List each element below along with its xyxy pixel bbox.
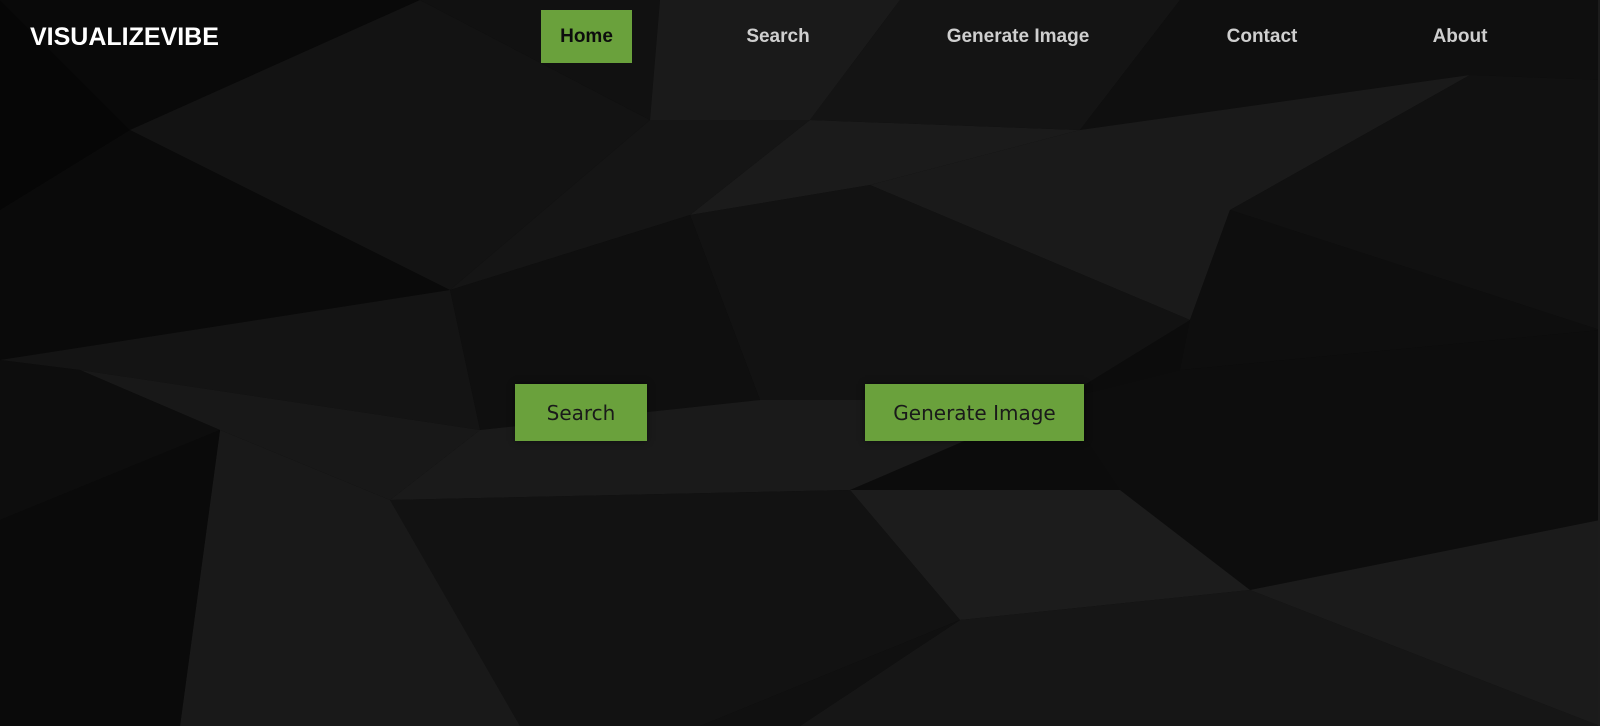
- nav-about[interactable]: About: [1401, 10, 1519, 63]
- nav-search[interactable]: Search: [719, 10, 837, 63]
- brand-logo[interactable]: VISUALIZEVIBE: [30, 22, 219, 52]
- nav-home[interactable]: Home: [541, 10, 632, 63]
- page: VISUALIZEVIBE Home Search Generate Image…: [0, 0, 1600, 726]
- generate-image-button[interactable]: Generate Image: [865, 384, 1084, 441]
- nav-contact[interactable]: Contact: [1203, 10, 1321, 63]
- low-poly-background: [0, 0, 1600, 726]
- top-navbar: VISUALIZEVIBE Home Search Generate Image…: [0, 0, 1600, 72]
- search-button[interactable]: Search: [515, 384, 647, 441]
- nav-generate-image[interactable]: Generate Image: [930, 10, 1106, 63]
